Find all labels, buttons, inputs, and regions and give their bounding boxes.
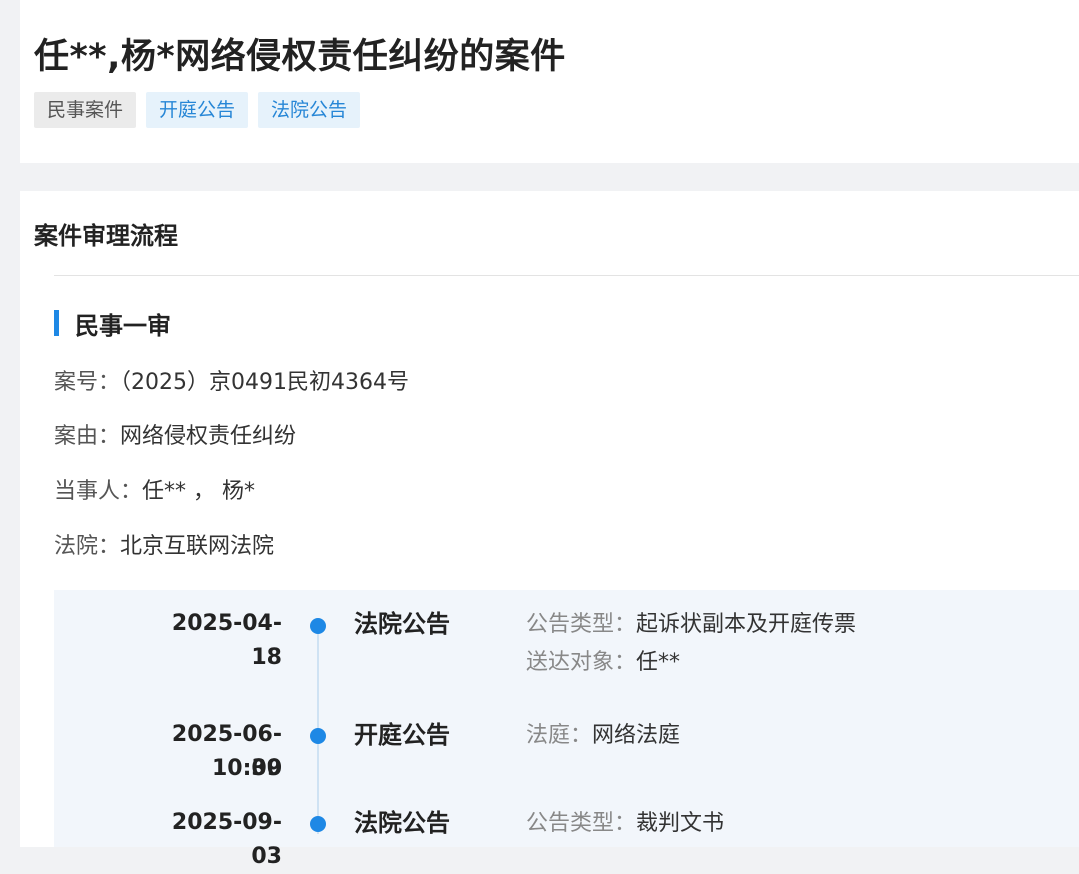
case-number-value: （2025）京0491民初4364号	[120, 370, 409, 395]
stage-header: 民事一审	[54, 309, 171, 340]
case-parties-label: 当事人：	[54, 479, 143, 504]
case-header-card	[20, 0, 1079, 163]
tag-civil-case[interactable]: 民事案件	[34, 92, 137, 128]
case-cause-value: 网络侵权责任纠纷	[120, 424, 297, 449]
event-date: 2025-04-18	[171, 611, 282, 670]
case-number: 案号：（2025）京0491民初4364号	[54, 364, 409, 396]
event-type: 法院公告	[354, 610, 450, 638]
case-court-value: 北京互联网法院	[120, 534, 275, 559]
event-detail: 送达对象：任**	[526, 646, 680, 680]
event-detail-label: 送达对象：	[526, 650, 637, 675]
event-detail-value: 起诉状副本及开庭传票	[636, 612, 857, 637]
event-detail-value: 裁判文书	[636, 811, 725, 836]
case-number-label: 案号：	[54, 370, 121, 395]
tag-court-notice[interactable]: 法院公告	[258, 92, 361, 128]
event-detail: 公告类型：起诉状副本及开庭传票	[526, 608, 856, 642]
stage-title: 民事一审	[75, 311, 171, 340]
timeline-dot-icon	[310, 618, 326, 634]
tag-hearing-notice[interactable]: 开庭公告	[146, 92, 249, 128]
event-time: 10:30	[211, 756, 282, 781]
page-title: 任**,杨*网络侵权责任纠纷的案件	[34, 37, 566, 77]
section-title: 案件审理流程	[34, 222, 178, 250]
case-court: 法院：北京互联网法院	[54, 528, 274, 560]
event-detail-value: 任**	[636, 650, 681, 675]
event-detail-value: 网络法庭	[592, 723, 681, 748]
divider	[54, 275, 1079, 276]
case-parties-value: 任** ， 杨*	[142, 479, 256, 504]
event-date: 2025-09-03	[171, 810, 282, 869]
case-parties: 当事人：任** ， 杨*	[54, 473, 255, 505]
event-type: 开庭公告	[354, 721, 450, 749]
stage-marker	[54, 310, 59, 336]
event-detail-label: 公告类型：	[526, 811, 637, 836]
timeline-dot-icon	[310, 728, 326, 744]
event-detail-label: 法庭：	[526, 723, 593, 748]
case-court-label: 法院：	[54, 534, 121, 559]
case-cause: 案由：网络侵权责任纠纷	[54, 418, 296, 450]
timeline-dot-icon	[310, 816, 326, 832]
case-cause-label: 案由：	[54, 424, 121, 449]
case-tags: 民事案件 开庭公告 法院公告	[34, 92, 361, 128]
event-detail-label: 公告类型：	[526, 612, 637, 637]
event-type: 法院公告	[354, 809, 450, 837]
event-detail: 公告类型：裁判文书	[526, 807, 724, 841]
event-detail: 法庭：网络法庭	[526, 719, 680, 753]
